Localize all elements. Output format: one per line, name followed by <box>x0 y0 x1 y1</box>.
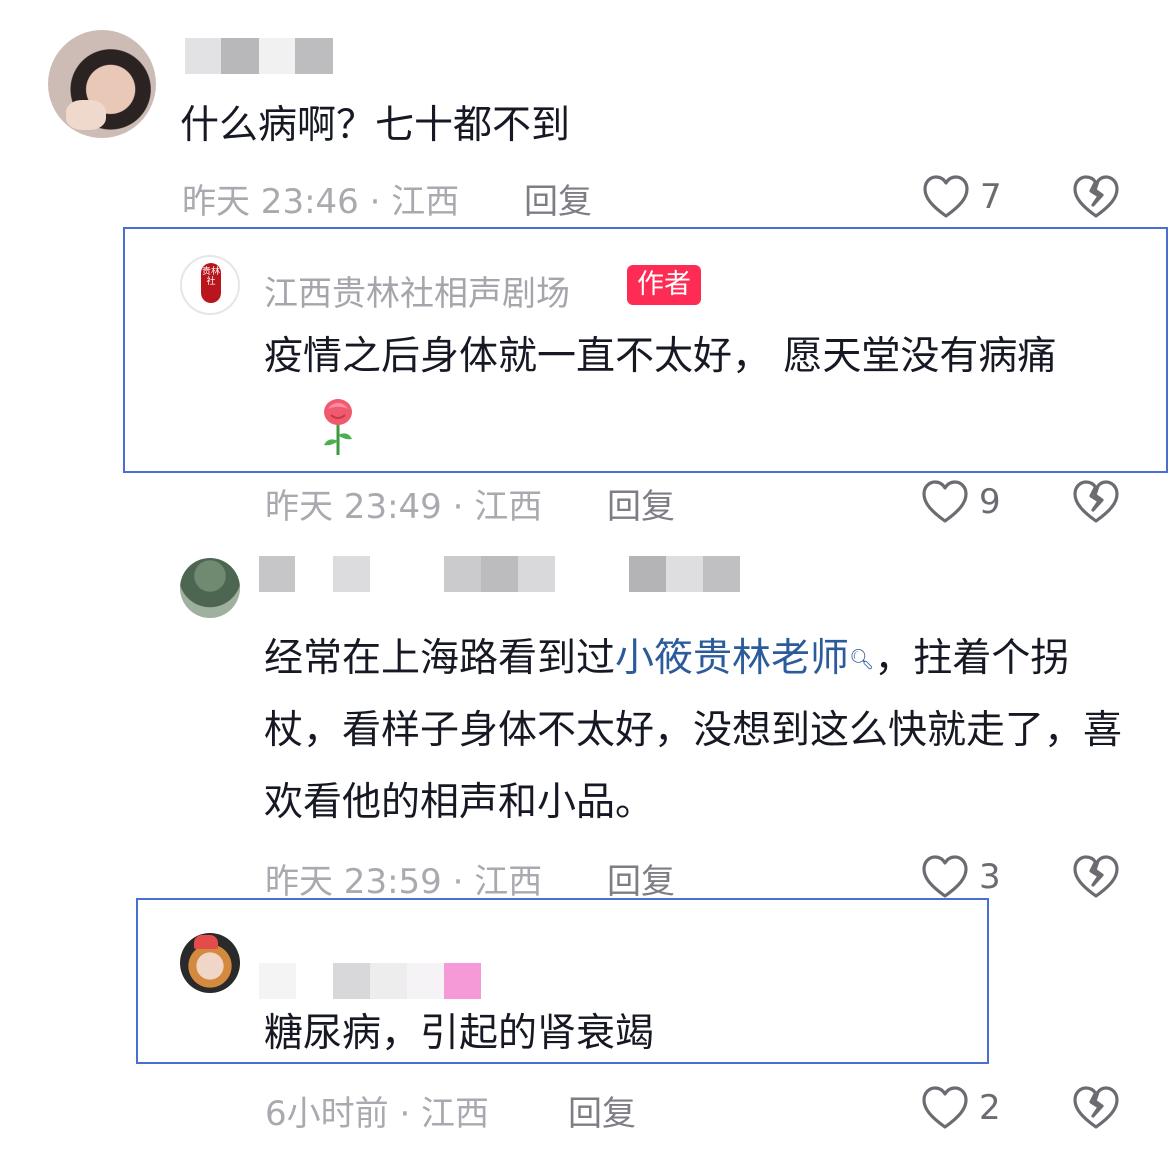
like-count: 9 <box>979 482 1001 522</box>
broken-heart-icon[interactable] <box>1072 854 1120 900</box>
like-count: 7 <box>980 177 1002 217</box>
comment-meta: 昨天 23:59 · 江西 <box>265 862 543 902</box>
broken-heart-icon[interactable] <box>1072 174 1120 220</box>
comment-meta: 昨天 23:49 · 江西 <box>265 487 543 527</box>
comment-text: 什么病啊？七十都不到 <box>180 103 571 148</box>
avatar[interactable] <box>180 558 240 618</box>
username-redacted <box>259 963 481 999</box>
reply-button[interactable]: 回复 <box>568 1086 636 1135</box>
broken-heart-icon[interactable] <box>1072 479 1120 525</box>
comment-meta: 昨天 23:46 · 江西 <box>182 182 460 222</box>
comment-text: 糖尿病，引起的肾衰竭 <box>264 1011 655 1056</box>
author-username[interactable]: 江西贵林社相声剧场 <box>264 266 570 315</box>
avatar[interactable] <box>48 30 156 138</box>
author-badge: 作者 <box>627 265 701 305</box>
search-icon: 🔍︎ <box>849 647 875 671</box>
heart-outline-icon <box>923 175 969 218</box>
heart-outline-icon <box>922 480 968 523</box>
username-redacted <box>259 556 741 592</box>
username-redacted <box>185 38 333 74</box>
reply-button[interactable]: 回复 <box>607 479 675 528</box>
reply-button[interactable]: 回复 <box>607 854 675 903</box>
like-button[interactable]: 3 <box>921 854 1001 900</box>
avatar[interactable] <box>180 933 240 993</box>
reply-button[interactable]: 回复 <box>524 174 592 223</box>
like-button[interactable]: 7 <box>922 174 1002 220</box>
avatar-seal: 贵林社 <box>201 263 221 303</box>
comment-text: 疫情之后身体就一直不太好， 愿天堂没有病痛 <box>264 334 1057 379</box>
like-button[interactable]: 9 <box>921 479 1001 525</box>
like-count: 2 <box>979 1088 1001 1128</box>
rose-emoji-icon <box>324 399 352 455</box>
like-count: 3 <box>979 857 1001 897</box>
like-button[interactable]: 2 <box>921 1085 1001 1131</box>
comment-text: 经常在上海路看到过小筱贵林老师🔍︎，拄着个拐杖，看样子身体不太好，没想到这么快就… <box>264 623 1134 839</box>
comment-meta: 6小时前 · 江西 <box>265 1094 490 1134</box>
mention-text: 小筱贵林老师 <box>615 636 850 681</box>
heart-outline-icon <box>922 1086 968 1129</box>
comment-text-prefix: 经常在上海路看到过 <box>264 636 616 681</box>
mention-link[interactable]: 小筱贵林老师🔍︎ <box>615 636 874 681</box>
heart-outline-icon <box>922 855 968 898</box>
author-avatar[interactable]: 贵林社 <box>180 255 240 315</box>
broken-heart-icon[interactable] <box>1072 1085 1120 1131</box>
